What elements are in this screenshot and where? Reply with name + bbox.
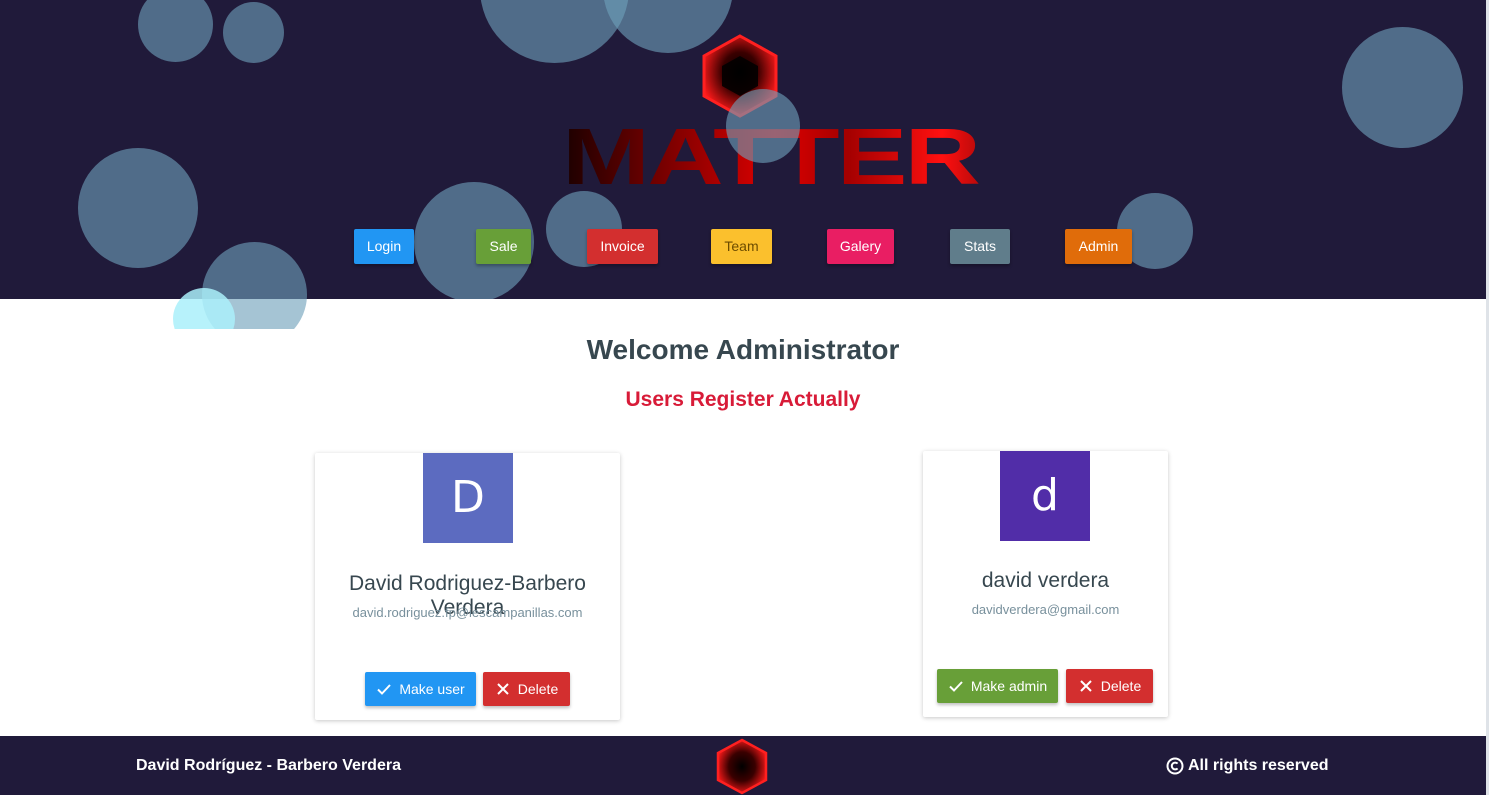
footer-rights: All rights reserved bbox=[1166, 757, 1329, 775]
welcome-heading: Welcome Administrator bbox=[586, 334, 900, 365]
logo-wordmark: MATTER bbox=[562, 117, 1037, 197]
user-avatar: d bbox=[1000, 451, 1090, 541]
rights-text: All rights reserved bbox=[1188, 757, 1329, 774]
close-icon bbox=[1080, 680, 1092, 692]
user-email: david.rodriguez.fp@iescampanillas.com bbox=[352, 605, 583, 620]
decorative-bubble bbox=[138, 0, 213, 62]
decorative-bubble bbox=[1342, 27, 1463, 148]
delete-user-button[interactable]: Delete bbox=[1066, 669, 1153, 703]
nav-login-button[interactable]: Login bbox=[354, 229, 414, 264]
nav-galery-button[interactable]: Galery bbox=[827, 229, 894, 264]
red-hexagon-cube-icon bbox=[716, 738, 768, 795]
delete-label: Delete bbox=[517, 681, 559, 697]
nav-stats-button[interactable]: Stats bbox=[950, 229, 1010, 264]
footer-author: David Rodríguez - Barbero Verdera bbox=[136, 757, 401, 774]
decorative-bubble bbox=[726, 89, 800, 163]
make-user-label: Make user bbox=[399, 681, 465, 697]
user-card: D David Rodriguez-Barbero Verdera david.… bbox=[315, 453, 620, 720]
copyright-icon bbox=[1166, 757, 1184, 775]
user-avatar: D bbox=[423, 453, 513, 543]
make-admin-label: Make admin bbox=[970, 678, 1048, 694]
bubble-overflow-strip bbox=[0, 299, 340, 329]
delete-user-button[interactable]: Delete bbox=[483, 672, 570, 706]
close-icon bbox=[497, 683, 509, 695]
nav-team-button[interactable]: Team bbox=[711, 229, 772, 264]
user-name: david verdera bbox=[981, 569, 1110, 592]
make-admin-button[interactable]: Make admin bbox=[937, 669, 1058, 703]
decorative-bubble bbox=[78, 148, 198, 268]
user-card: d david verdera davidverdera@gmail.com M… bbox=[923, 451, 1168, 717]
decorative-bubble bbox=[173, 299, 235, 329]
nav-admin-button[interactable]: Admin bbox=[1065, 229, 1132, 264]
user-email: davidverdera@gmail.com bbox=[971, 602, 1120, 617]
make-user-button[interactable]: Make user bbox=[365, 672, 476, 706]
nav-sale-button[interactable]: Sale bbox=[476, 229, 531, 264]
header-banner: MATTER Login Sale Invoice Team Galery St… bbox=[0, 0, 1486, 299]
footer: David Rodríguez - Barbero Verdera All ri… bbox=[0, 736, 1486, 795]
nav-invoice-button[interactable]: Invoice bbox=[587, 229, 658, 264]
delete-label: Delete bbox=[1100, 678, 1142, 694]
check-icon bbox=[377, 684, 392, 695]
users-subtitle: Users Register Actually bbox=[625, 388, 861, 411]
decorative-bubble bbox=[223, 2, 284, 63]
check-icon bbox=[949, 681, 963, 692]
